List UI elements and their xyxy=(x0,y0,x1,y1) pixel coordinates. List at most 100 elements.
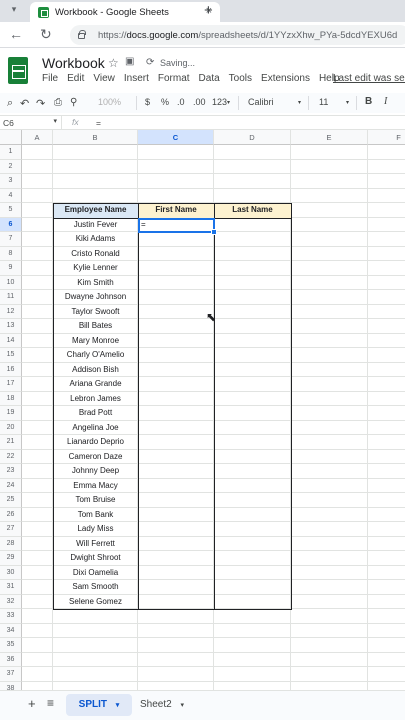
row-header-35[interactable]: 35 xyxy=(0,638,22,653)
employee-name-cell[interactable]: Lebron James xyxy=(53,392,138,407)
employee-name-cell[interactable]: Will Ferrett xyxy=(53,537,138,552)
sheet-tab-sheet2[interactable]: Sheet2 ▾ xyxy=(136,694,188,716)
fill-handle[interactable] xyxy=(211,229,217,235)
row-header-24[interactable]: 24 xyxy=(0,478,22,493)
new-tab-button[interactable]: + xyxy=(204,2,213,19)
column-header-d[interactable]: D xyxy=(214,130,291,145)
font-select[interactable]: Calibri xyxy=(248,97,274,107)
decrease-decimal-button[interactable]: .0 xyxy=(177,97,185,107)
employee-name-cell[interactable]: Tom Bruise xyxy=(53,493,138,508)
row-header-11[interactable]: 11 xyxy=(0,290,22,305)
active-cell-selection[interactable] xyxy=(138,217,217,235)
column-header-b[interactable]: B xyxy=(53,130,138,145)
bold-button[interactable]: B xyxy=(365,96,372,107)
star-icon[interactable]: ☆ xyxy=(108,56,119,70)
menu-insert[interactable]: Insert xyxy=(124,73,149,87)
document-title[interactable]: Workbook xyxy=(42,55,105,71)
employee-name-cell[interactable]: Kiki Adams xyxy=(53,232,138,247)
employee-name-cell[interactable]: Justin Fever xyxy=(53,218,138,233)
formula-input[interactable]: = xyxy=(96,118,101,128)
employee-name-cell[interactable]: Kylie Lenner xyxy=(53,261,138,276)
row-header-10[interactable]: 10 xyxy=(0,275,22,290)
employee-name-cell[interactable]: Ariana Grande xyxy=(53,377,138,392)
employee-name-cell[interactable]: Addison Bish xyxy=(53,363,138,378)
column-header-c[interactable]: C xyxy=(138,130,214,145)
row-header-26[interactable]: 26 xyxy=(0,507,22,522)
row-header-4[interactable]: 4 xyxy=(0,188,22,203)
employee-name-cell[interactable]: Brad Pott xyxy=(53,406,138,421)
menu-file[interactable]: File xyxy=(42,73,58,87)
percent-button[interactable]: % xyxy=(161,97,169,107)
cell-edit-input[interactable]: = xyxy=(141,220,146,229)
font-size-select[interactable]: 11 xyxy=(319,97,328,107)
print-icon[interactable]: ⎙ xyxy=(54,97,62,108)
row-header-12[interactable]: 12 xyxy=(0,304,22,319)
sheet-tab-split[interactable]: SPLIT ▾ xyxy=(66,694,132,716)
row-header-27[interactable]: 27 xyxy=(0,522,22,537)
row-header-13[interactable]: 13 xyxy=(0,319,22,334)
employee-name-cell[interactable]: Lady Miss xyxy=(53,522,138,537)
url-field[interactable]: https://docs.google.com/spreadsheets/d/1… xyxy=(70,25,405,45)
select-all-corner[interactable] xyxy=(0,130,22,145)
row-header-1[interactable]: 1 xyxy=(0,145,22,160)
row-header-33[interactable]: 33 xyxy=(0,609,22,624)
employee-name-cell[interactable]: Bill Bates xyxy=(53,319,138,334)
row-header-3[interactable]: 3 xyxy=(0,174,22,189)
menu-view[interactable]: View xyxy=(93,73,115,87)
employee-name-cell[interactable]: Mary Monroe xyxy=(53,334,138,349)
all-sheets-button[interactable]: ≡ xyxy=(47,696,54,710)
row-header-32[interactable]: 32 xyxy=(0,594,22,609)
employee-name-cell[interactable]: Angelina Joe xyxy=(53,421,138,436)
row-header-23[interactable]: 23 xyxy=(0,464,22,479)
row-header-37[interactable]: 37 xyxy=(0,667,22,682)
row-header-29[interactable]: 29 xyxy=(0,551,22,566)
column-header-f[interactable]: F xyxy=(368,130,405,145)
employee-name-cell[interactable]: Dwayne Johnson xyxy=(53,290,138,305)
employee-name-cell[interactable]: Sam Smooth xyxy=(53,580,138,595)
row-header-25[interactable]: 25 xyxy=(0,493,22,508)
table-header-cell[interactable]: Employee Name xyxy=(53,203,138,218)
row-header-34[interactable]: 34 xyxy=(0,623,22,638)
currency-button[interactable]: $ xyxy=(145,97,150,107)
spreadsheet-grid[interactable]: ABCDEF 1 2 3 4 5 6 7 8 9 10 11 12 13 14 15 16 17 18 19 20 21… xyxy=(0,130,405,690)
menu-edit[interactable]: Edit xyxy=(67,73,84,87)
add-sheet-button[interactable]: + xyxy=(28,696,36,711)
row-header-28[interactable]: 28 xyxy=(0,536,22,551)
row-header-17[interactable]: 17 xyxy=(0,377,22,392)
number-format-select[interactable]: 123 xyxy=(212,97,227,107)
employee-name-cell[interactable]: Dwight Shroot xyxy=(53,551,138,566)
employee-name-cell[interactable]: Charly O'Amelio xyxy=(53,348,138,363)
paint-format-icon[interactable]: ⚲ xyxy=(70,97,77,108)
column-header-a[interactable]: A xyxy=(22,130,53,145)
row-header-38[interactable]: 38 xyxy=(0,681,22,690)
row-header-21[interactable]: 21 xyxy=(0,435,22,450)
employee-name-cell[interactable]: Cameron Daze xyxy=(53,450,138,465)
row-header-15[interactable]: 15 xyxy=(0,348,22,363)
tab-search-icon[interactable]: ▾ xyxy=(6,4,22,18)
sheets-logo-icon[interactable] xyxy=(8,57,28,84)
employee-name-cell[interactable]: Taylor Swooft xyxy=(53,305,138,320)
italic-button[interactable]: I xyxy=(384,96,387,107)
menu-data[interactable]: Data xyxy=(199,73,220,87)
table-header-cell[interactable]: Last Name xyxy=(214,203,291,218)
menu-format[interactable]: Format xyxy=(158,73,190,87)
undo-icon[interactable]: ↶ xyxy=(20,97,29,110)
row-header-18[interactable]: 18 xyxy=(0,391,22,406)
row-header-20[interactable]: 20 xyxy=(0,420,22,435)
move-folder-icon[interactable]: ▣ xyxy=(125,56,134,67)
column-header-e[interactable]: E xyxy=(291,130,368,145)
menu-tools[interactable]: Tools xyxy=(229,73,252,87)
employee-name-cell[interactable]: Tom Bank xyxy=(53,508,138,523)
reload-icon[interactable]: ↻ xyxy=(40,26,52,43)
zoom-select[interactable]: 100% xyxy=(98,97,121,107)
row-header-31[interactable]: 31 xyxy=(0,580,22,595)
row-header-16[interactable]: 16 xyxy=(0,362,22,377)
row-header-30[interactable]: 30 xyxy=(0,565,22,580)
row-header-36[interactable]: 36 xyxy=(0,652,22,667)
row-header-19[interactable]: 19 xyxy=(0,406,22,421)
employee-name-cell[interactable]: Cristo Ronald xyxy=(53,247,138,262)
increase-decimal-button[interactable]: .00 xyxy=(193,97,206,107)
row-header-5[interactable]: 5 xyxy=(0,203,22,218)
row-header-9[interactable]: 9 xyxy=(0,261,22,276)
row-header-14[interactable]: 14 xyxy=(0,333,22,348)
